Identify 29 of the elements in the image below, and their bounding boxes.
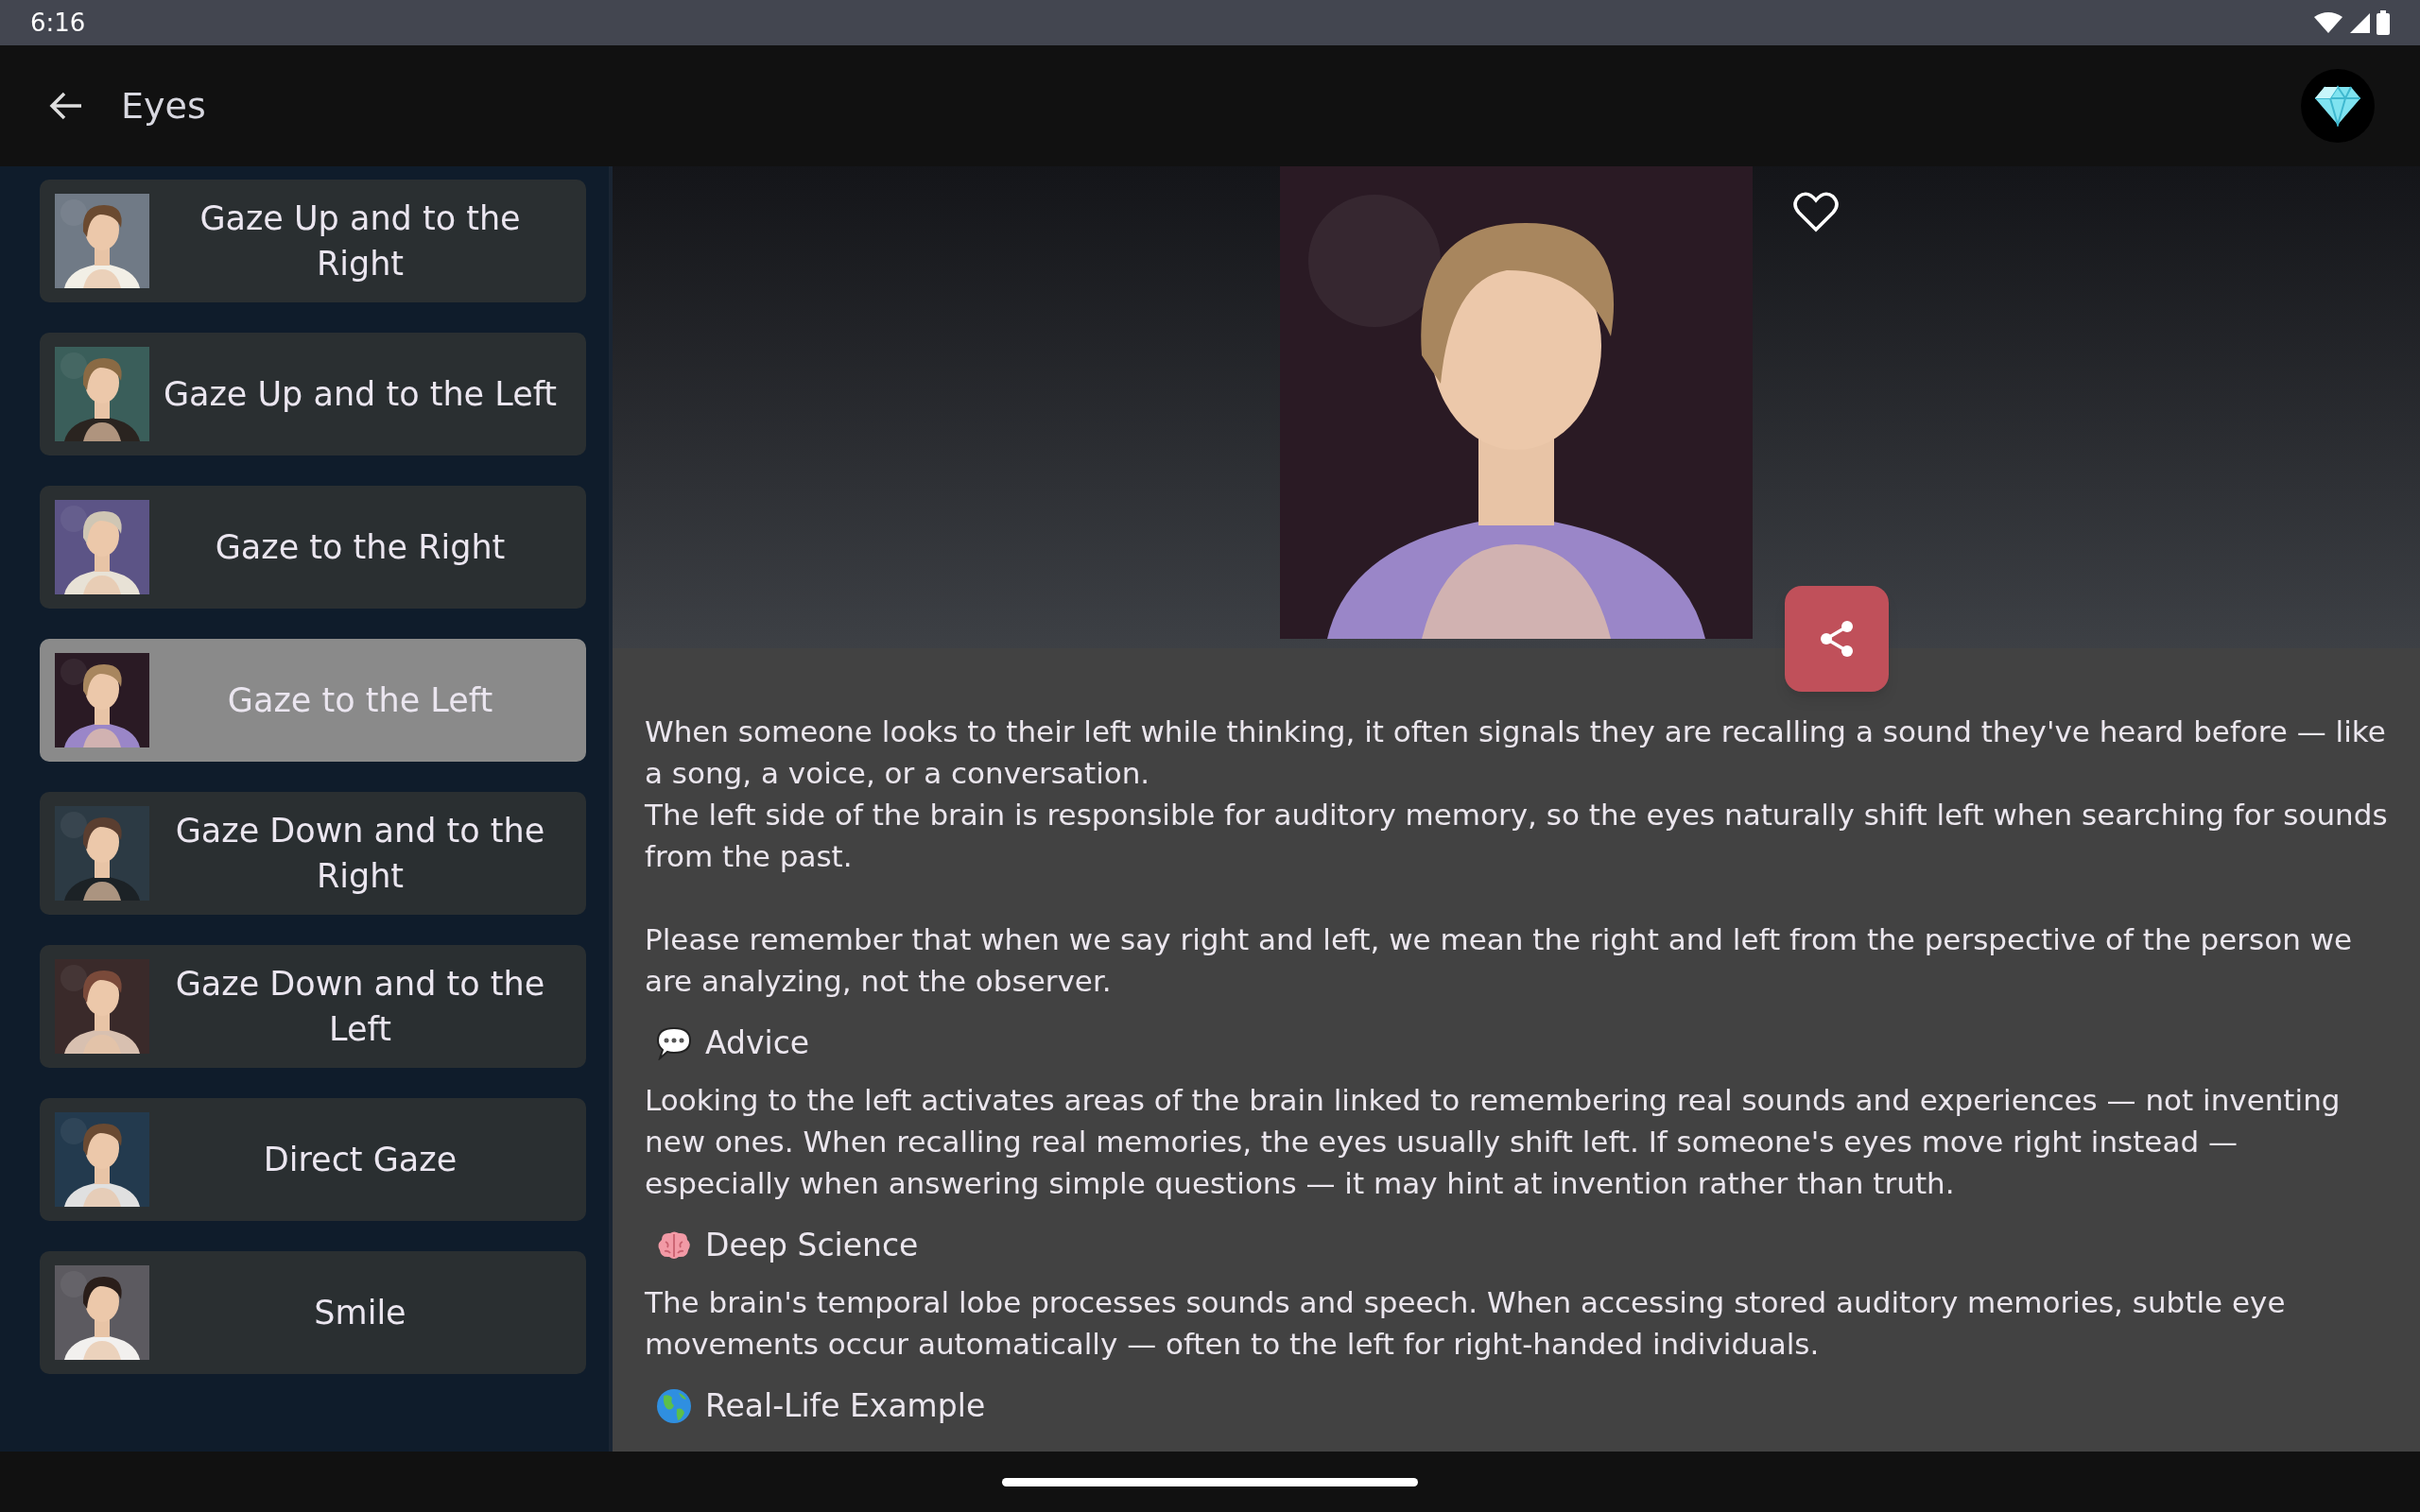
share-icon (1818, 619, 1856, 659)
sidebar-item[interactable]: Direct Gaze (40, 1098, 586, 1221)
heart-icon (1793, 191, 1839, 232)
diamond-icon (2313, 85, 2362, 127)
back-arrow-icon (49, 91, 83, 121)
speech-bubble-icon (656, 1026, 692, 1060)
section-heading: Real-Life Example (705, 1386, 986, 1426)
share-button[interactable] (1785, 586, 1889, 692)
globe-icon (656, 1388, 692, 1424)
section-text: Looking to the left activates areas of the brain linked to remembering real sounds and experiences — not inventing new ones. When recalling real memories, the eyes usually shift left. If someone's eyes move right instead — especially when answering simple questions — it may hint at invention rather than truth. (645, 1082, 2342, 1202)
brain-icon (656, 1230, 692, 1261)
sidebar-item[interactable]: Gaze to the Right (40, 486, 586, 609)
wifi-icon (2314, 11, 2342, 34)
section-heading: Deep Science (705, 1226, 919, 1265)
sidebar-item[interactable]: Gaze Up and to the Right (40, 180, 586, 302)
screen-title: Eyes (121, 83, 206, 129)
body-paragraph: When someone looks to their left while thinking, it often signals they are recalling a sound they've heard before — like a song, a voice, or a conversation. (645, 713, 2387, 792)
body-paragraph: The left side of the brain is responsible for auditory memory, so the eyes naturally shift left when searching for sounds from the past. (645, 797, 2388, 875)
status-time: 6:16 (30, 7, 86, 39)
sidebar-item[interactable]: Smile (40, 1251, 586, 1374)
section-heading: Advice (705, 1023, 810, 1063)
sidebar-item[interactable]: Gaze Down and to the Left (40, 945, 586, 1068)
sidebar-item[interactable]: Gaze Up and to the Left (40, 333, 586, 455)
sidebar-item[interactable]: Gaze Down and to the Right (40, 792, 586, 915)
signal-icon (2348, 11, 2371, 34)
body-paragraph: Please remember that when we say right and left, we mean the right and left from the perspective of the person we are analyzing, not the observer. (645, 921, 2354, 1000)
home-indicator[interactable] (1002, 1477, 1418, 1486)
battery-icon (2377, 10, 2390, 35)
section-text: The brain's temporal lobe processes sounds and speech. When accessing stored auditory memories, subtle eye movements occur automatically — often to the left for right-handed individuals. (645, 1284, 2287, 1363)
